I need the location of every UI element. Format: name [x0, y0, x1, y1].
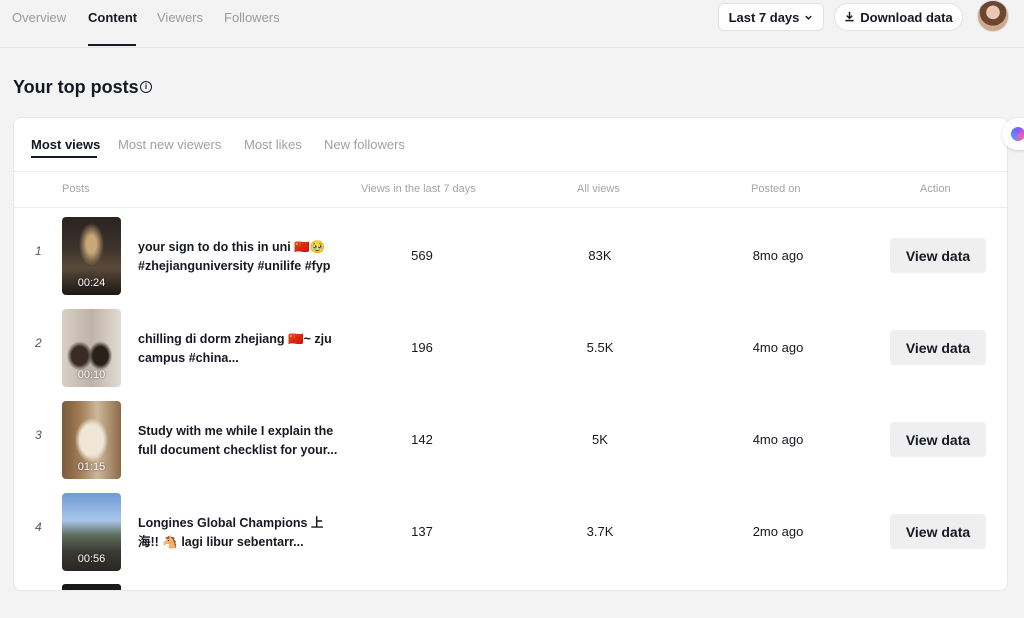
view-data-button[interactable]: View data [890, 238, 986, 273]
table-row: 2 00:10 chilling di dorm zhejiang 🇨🇳~ zj… [14, 303, 1007, 395]
rank: 4 [35, 520, 42, 534]
column-header-posted-on: Posted on [751, 183, 801, 195]
divider [14, 171, 1007, 172]
video-duration: 00:56 [77, 553, 106, 565]
tab-overview[interactable]: Overview [12, 10, 66, 25]
tab-viewers[interactable]: Viewers [157, 10, 203, 25]
all-views: 3.7K [586, 524, 614, 539]
caption-line: chilling di dorm zhejiang 🇨🇳~ zju [138, 332, 332, 346]
column-header-all-views: All views [577, 183, 620, 195]
assistant-icon [1011, 127, 1024, 141]
posted-on: 2mo ago [752, 524, 804, 539]
avatar[interactable] [977, 0, 1009, 32]
subtab-most-likes[interactable]: Most likes [244, 137, 302, 152]
active-tab-indicator [88, 44, 136, 46]
top-posts-card: Most views Most new viewers Most likes N… [13, 117, 1008, 591]
video-duration: 01:15 [77, 461, 106, 473]
view-data-button[interactable]: View data [890, 422, 986, 457]
caption-line: Study with me while I explain the [138, 424, 334, 438]
post-caption[interactable]: Longines Global Champions 上 海!! 🐴 lagi l… [138, 514, 338, 552]
download-data-button[interactable]: Download data [834, 3, 963, 31]
post-caption[interactable]: your sign to do this in uni 🇨🇳🥹 #zhejian… [138, 238, 338, 276]
views-7-days: 196 [411, 340, 433, 355]
caption-line: #zhejianguniversity #unilife #fyp [138, 259, 331, 273]
top-nav: Overview Content Viewers Followers Last … [0, 0, 1024, 48]
video-thumbnail[interactable]: 01:15 [62, 401, 121, 479]
caption-line: campus #china... [138, 351, 239, 365]
view-data-button[interactable]: View data [890, 330, 986, 365]
date-range-dropdown[interactable]: Last 7 days [718, 3, 824, 31]
table-row: 3 01:15 Study with me while I explain th… [14, 395, 1007, 487]
video-thumbnail[interactable]: 00:10 [62, 309, 121, 387]
table-row: 1 00:24 your sign to do this in uni 🇨🇳🥹 … [14, 211, 1007, 303]
all-views: 5K [592, 432, 608, 447]
views-7-days: 142 [411, 432, 433, 447]
post-caption[interactable]: chilling di dorm zhejiang 🇨🇳~ zju campus… [138, 330, 338, 368]
posted-on: 8mo ago [752, 248, 804, 263]
caption-line: your sign to do this in uni 🇨🇳🥹 [138, 240, 326, 254]
post-caption[interactable]: Study with me while I explain the full d… [138, 422, 338, 460]
caption-line: Longines Global Champions 上 [138, 516, 324, 530]
caption-line: full document checklist for your... [138, 443, 338, 457]
rank: 1 [35, 244, 42, 258]
subtab-most-new-viewers[interactable]: Most new viewers [118, 137, 221, 152]
view-data-button[interactable]: View data [890, 514, 986, 549]
column-header-views-7-days: Views in the last 7 days [361, 183, 476, 195]
views-7-days: 569 [411, 248, 433, 263]
video-thumbnail[interactable]: 00:24 [62, 217, 121, 295]
tab-content[interactable]: Content [88, 10, 137, 25]
date-range-label: Last 7 days [728, 9, 800, 25]
rank: 2 [35, 336, 42, 350]
views-7-days: 137 [411, 524, 433, 539]
caption-line: 海!! 🐴 lagi libur sebentarr... [138, 535, 304, 549]
rank: 3 [35, 428, 42, 442]
video-duration: 00:10 [77, 369, 106, 381]
video-thumbnail[interactable]: 00:56 [62, 493, 121, 571]
column-header-posts: Posts [62, 183, 90, 195]
video-thumbnail[interactable] [62, 584, 121, 590]
posted-on: 4mo ago [752, 340, 804, 355]
subtab-most-views[interactable]: Most views [31, 137, 100, 152]
all-views: 5.5K [586, 340, 614, 355]
all-views: 83K [588, 248, 612, 263]
table-row: 4 00:56 Longines Global Champions 上 海!! … [14, 487, 1007, 579]
tab-followers[interactable]: Followers [224, 10, 280, 25]
download-icon [844, 10, 855, 25]
page-title: Your top posts [13, 77, 139, 97]
active-subtab-indicator [31, 156, 97, 158]
column-header-action: Action [920, 183, 951, 195]
divider [14, 207, 1007, 208]
download-label: Download data [860, 9, 953, 25]
chevron-down-icon [804, 10, 813, 25]
info-icon[interactable]: i [140, 81, 152, 93]
subtab-new-followers[interactable]: New followers [324, 137, 405, 152]
video-duration: 00:24 [77, 277, 106, 289]
posted-on: 4mo ago [752, 432, 804, 447]
